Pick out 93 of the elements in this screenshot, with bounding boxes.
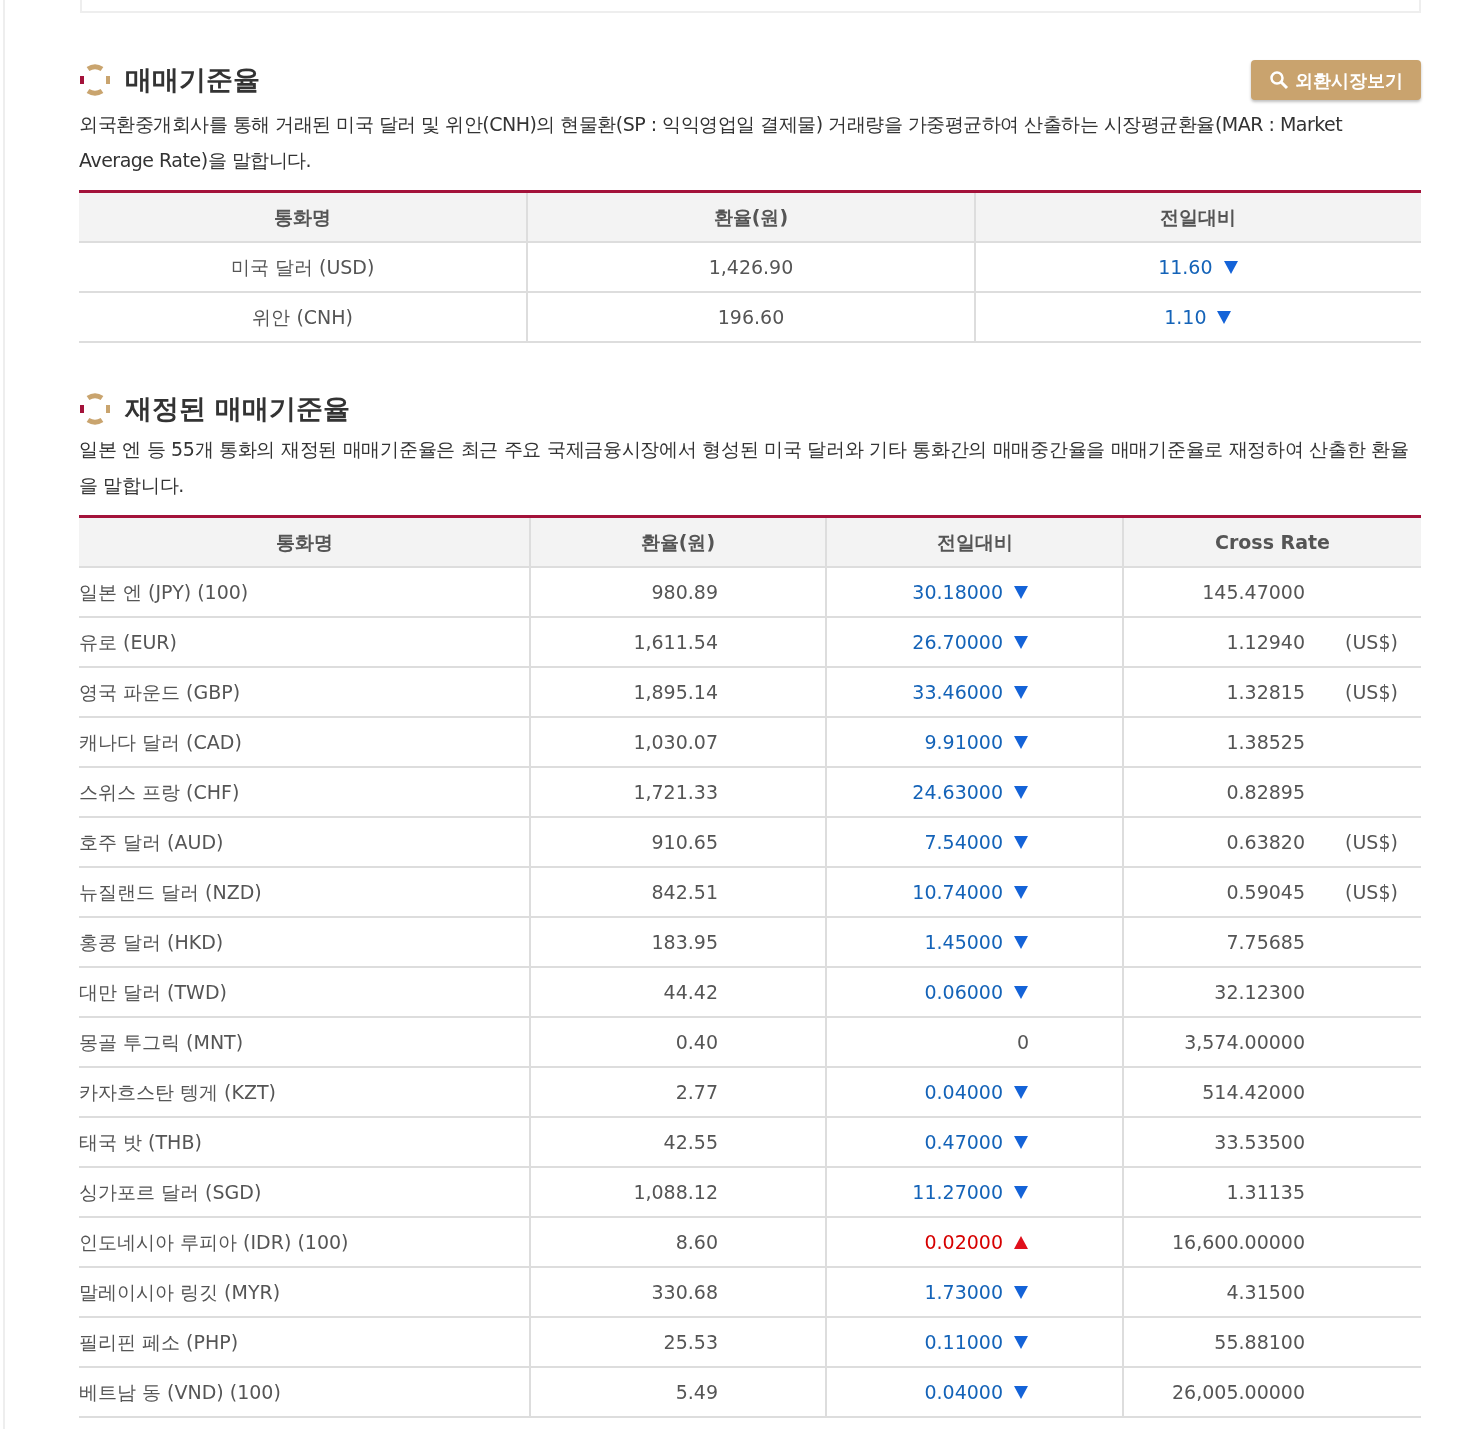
table-cell: 필리핀 페소 (PHP) <box>79 1318 529 1368</box>
table-cell-text: 26,005.00000 <box>1171 1379 1305 1405</box>
table-cell-text: 32.12300 <box>1213 979 1305 1005</box>
table-cell: 183.95 <box>529 918 825 968</box>
search-icon <box>1269 70 1289 90</box>
table-cell-text: 1.32815 <box>1225 679 1305 705</box>
table-cell: 영국 파운드 (GBP) <box>79 668 529 718</box>
table-cell-text: 1.38525 <box>1225 729 1305 755</box>
change-value: 24.63000 <box>912 779 1003 805</box>
table-cell: 카자흐스탄 텡게 (KZT) <box>79 1068 529 1118</box>
table-cell: 유로 (EUR) <box>79 618 529 668</box>
table-cell: 910.65 <box>529 818 825 868</box>
change-value: 0.02000 <box>924 1229 1003 1255</box>
section-title: 매매기준율 <box>125 62 260 97</box>
change-value: 0.04000 <box>924 1379 1003 1405</box>
change-value: 30.18000 <box>912 579 1003 605</box>
table-cell: 스위스 프랑 (CHF) <box>79 768 529 818</box>
change-value: 0.06000 <box>924 979 1003 1005</box>
table-cell: 뉴질랜드 달러 (NZD) <box>79 868 529 918</box>
unit-label: (US$) <box>1345 879 1398 905</box>
change-value: 1.73000 <box>924 1279 1003 1305</box>
table-cell: 캐나다 달러 (CAD) <box>79 718 529 768</box>
change-value: 7.54000 <box>924 829 1003 855</box>
change-value: 10.74000 <box>912 879 1003 905</box>
column-header: 전일대비 <box>973 193 1421 243</box>
table-cell: 말레이시아 링깃 (MYR) <box>79 1268 529 1318</box>
table-cell: 0.40 <box>529 1018 825 1068</box>
change-value: 26.70000 <box>912 629 1003 655</box>
table-cell: 8.60 <box>529 1218 825 1268</box>
table-cell-text: 33.53500 <box>1213 1129 1305 1155</box>
table-cell: 몽골 투그릭 (MNT) <box>79 1018 529 1068</box>
section-description: 일본 엔 등 55개 통화의 재정된 매매기준율은 최근 주요 국제금융시장에서 형성된 미국 달러와 기타 통화간의 매매중간율을 매매기준율로 재정하여 산출한 환율을 말합니다. <box>79 437 1410 498</box>
change-value: 0.47000 <box>924 1129 1003 1155</box>
column-header: Cross Rate <box>1122 518 1421 568</box>
change-value: 0.04000 <box>924 1079 1003 1105</box>
unit-label: (US$) <box>1345 679 1398 705</box>
section-bullet-icon <box>79 393 111 425</box>
section-title: 재정된 매매기준율 <box>125 391 351 426</box>
change-value: 11.27000 <box>912 1179 1003 1205</box>
table-cell-text: 0.63820 <box>1225 829 1305 855</box>
column-header: 환율(원) <box>529 518 825 568</box>
table-cell-text: 145.47000 <box>1201 579 1305 605</box>
table-cell-text: 16,600.00000 <box>1171 1229 1305 1255</box>
table-cell: 일본 엔 (JPY) (100) <box>79 568 529 618</box>
change-value: 0.11000 <box>924 1329 1003 1355</box>
table-cell-text: 4.31500 <box>1225 1279 1305 1305</box>
table-cell: 842.51 <box>529 868 825 918</box>
table-cell: 1,721.33 <box>529 768 825 818</box>
table-cell: 330.68 <box>529 1268 825 1318</box>
change-value: 0 <box>1016 1029 1029 1055</box>
table-cell: 태국 밧 (THB) <box>79 1118 529 1168</box>
unit-label: (US$) <box>1345 829 1398 855</box>
table-cell: 1,895.14 <box>529 668 825 718</box>
table-cell-text: 0.82895 <box>1225 779 1305 805</box>
table-cell: 위안 (CNH) <box>79 293 527 343</box>
section-bullet-icon <box>79 64 111 96</box>
table-cell-text: 3,574.00000 <box>1183 1029 1305 1055</box>
table-cell: 44.42 <box>529 968 825 1018</box>
forex-market-button[interactable]: 외환시장보기 <box>1251 60 1421 100</box>
table-cell-text: 514.42000 <box>1201 1079 1305 1105</box>
table-cell-text: 55.88100 <box>1213 1329 1305 1355</box>
table-cell: 싱가포르 달러 (SGD) <box>79 1168 529 1218</box>
table-cell: 1,030.07 <box>529 718 825 768</box>
table-cell: 인도네시아 루피아 (IDR) (100) <box>79 1218 529 1268</box>
section-description: 외국환중개회사를 통해 거래된 미국 달러 및 위안(CNH)의 현물환(SP : 익익영업일 결제물) 거래량을 가중평균하여 산출하는 시장평균환율(MAR : Market Average Rate)을 말합니다. <box>79 112 1344 173</box>
table-cell: 미국 달러 (USD) <box>79 243 527 293</box>
change-value: 11.60 <box>1158 254 1213 280</box>
table-cell: 1,611.54 <box>529 618 825 668</box>
column-header: 통화명 <box>79 193 527 243</box>
column-header: 전일대비 <box>825 518 1122 568</box>
change-value: 9.91000 <box>924 729 1003 755</box>
change-value: 33.46000 <box>912 679 1003 705</box>
table-cell-text: 0.59045 <box>1225 879 1305 905</box>
table-cell: 1,426.90 <box>526 243 974 293</box>
table-cell: 25.53 <box>529 1318 825 1368</box>
column-header: 환율(원) <box>526 193 974 243</box>
change-value: 1.10 <box>1164 304 1207 330</box>
table-cell: 196.60 <box>526 293 974 343</box>
table-cell: 42.55 <box>529 1118 825 1168</box>
table-cell: 980.89 <box>529 568 825 618</box>
unit-label: (US$) <box>1345 629 1398 655</box>
table-cell: 베트남 동 (VND) (100) <box>79 1368 529 1418</box>
table-cell-text: 1.31135 <box>1225 1179 1305 1205</box>
table-cell: 대만 달러 (TWD) <box>79 968 529 1018</box>
table-cell: 5.49 <box>529 1368 825 1418</box>
column-header: 통화명 <box>79 518 529 568</box>
table-cell: 홍콩 달러 (HKD) <box>79 918 529 968</box>
table-cell-text: 7.75685 <box>1225 929 1305 955</box>
change-value: 1.45000 <box>924 929 1003 955</box>
table-cell-text: 1.12940 <box>1225 629 1305 655</box>
table-cell: 2.77 <box>529 1068 825 1118</box>
table-cell: 1,088.12 <box>529 1168 825 1218</box>
table-cell: 호주 달러 (AUD) <box>79 818 529 868</box>
